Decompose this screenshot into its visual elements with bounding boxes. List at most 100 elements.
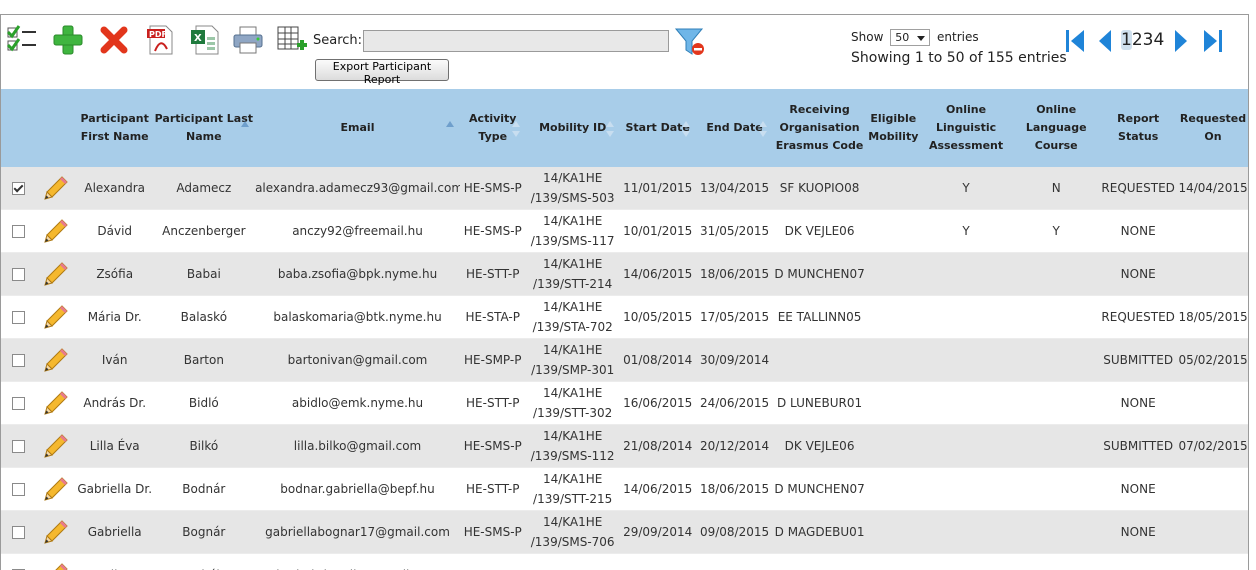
column-header-receiving-org[interactable]: Receiving Organisation Erasmus Code <box>773 89 865 167</box>
mobility-id-line2: /139/SMS-112 <box>531 449 615 463</box>
sort-desc-icon <box>682 131 690 137</box>
report-status-cell: NONE <box>1101 253 1175 296</box>
column-header-last-name[interactable]: Participant Last Name <box>153 89 255 167</box>
table-row[interactable]: Dávid Anczenberger anczy92@freemail.hu H… <box>1 210 1249 253</box>
column-header-label: Online Language Course <box>1026 103 1087 152</box>
mobility-id-line2: /139/STA-702 <box>533 320 613 334</box>
table-row[interactable]: Zsófia Babai baba.zsofia@bpk.nyme.hu HE-… <box>1 253 1249 296</box>
column-header-requested-on[interactable]: Requested On <box>1175 89 1249 167</box>
first-page-icon[interactable] <box>1063 27 1089 55</box>
edit-pencil-icon[interactable] <box>42 303 70 331</box>
activity-type-cell: HE-STT-P <box>460 382 526 425</box>
row-edit-cell <box>36 296 77 339</box>
requested-on-cell <box>1175 382 1249 425</box>
column-header-email[interactable]: Email <box>255 89 460 167</box>
email-cell: lilla.bilko@gmail.com <box>255 425 460 468</box>
table-row[interactable]: Mária Dr. Balaskó balaskomaria@btk.nyme.… <box>1 296 1249 339</box>
receiving-org-cell: D MUNCHEN07 <box>773 253 865 296</box>
table-row[interactable]: Katalin Dr. Borbély borbely.katalin@gmai… <box>1 554 1249 570</box>
entries-select[interactable]: 50 <box>890 29 930 46</box>
column-header-first-name[interactable]: Participant First Name <box>77 89 153 167</box>
select-all-icon[interactable] <box>5 23 39 57</box>
last-name-cell: Balaskó <box>153 296 255 339</box>
participants-table: Participant First Name Participant Last … <box>1 89 1249 570</box>
mobility-id-line1: 14/KA1HE <box>543 429 602 443</box>
row-edit-cell <box>36 425 77 468</box>
row-checkbox-cell <box>1 253 36 296</box>
table-row[interactable]: Gabriella Dr. Bodnár bodnar.gabriella@be… <box>1 468 1249 511</box>
table-row[interactable]: Gabriella Bognár gabriellabognar17@gmail… <box>1 511 1249 554</box>
table-row[interactable]: Lilla Éva Bilkó lilla.bilko@gmail.com HE… <box>1 425 1249 468</box>
column-header-linguistic-assessment[interactable]: Online Linguistic Assessment <box>921 89 1011 167</box>
mobility-id-cell: 14/KA1HE <box>526 554 620 570</box>
table-row[interactable]: Iván Barton bartonivan@gmail.com HE-SMP-… <box>1 339 1249 382</box>
clear-filter-icon[interactable] <box>673 25 707 59</box>
page-1[interactable]: 1 <box>1121 30 1132 50</box>
pdf-export-icon[interactable]: PDF <box>143 23 177 57</box>
column-header-eligible-mobility[interactable]: Eligible Mobility <box>866 89 921 167</box>
column-header-language-course[interactable]: Online Language Course <box>1011 89 1101 167</box>
row-edit-cell <box>36 339 77 382</box>
receiving-org-cell: SF KUOPIO08 <box>773 167 865 210</box>
column-header-start-date[interactable]: Start Date <box>620 89 696 167</box>
end-date-cell: 09/08/2015 <box>696 511 774 554</box>
next-page-icon[interactable] <box>1167 27 1193 55</box>
row-checkbox[interactable] <box>12 526 25 539</box>
eligible-mobility-cell <box>866 253 921 296</box>
column-header-activity-type[interactable]: Activity Type <box>460 89 526 167</box>
report-status-cell: NONE <box>1101 468 1175 511</box>
print-icon[interactable] <box>231 23 265 57</box>
row-checkbox[interactable] <box>12 268 25 281</box>
first-name-cell: Zsófia <box>77 253 153 296</box>
start-date-cell: 10/05/2015 <box>620 296 696 339</box>
row-checkbox[interactable] <box>12 311 25 324</box>
row-checkbox[interactable] <box>12 182 25 195</box>
previous-page-icon[interactable] <box>1093 27 1119 55</box>
svg-text:PDF: PDF <box>149 30 167 39</box>
receiving-org-cell <box>773 339 865 382</box>
email-cell: anczy92@freemail.hu <box>255 210 460 253</box>
mobility-id-line2: /139/SMS-706 <box>531 535 615 549</box>
last-page-icon[interactable] <box>1199 27 1225 55</box>
last-name-cell: Borbély <box>153 554 255 570</box>
column-header-end-date[interactable]: End Date <box>696 89 774 167</box>
add-icon[interactable] <box>51 23 85 57</box>
requested-on-cell: 05/02/2015 <box>1175 339 1249 382</box>
row-checkbox[interactable] <box>12 483 25 496</box>
edit-pencil-icon[interactable] <box>42 432 70 460</box>
add-column-icon[interactable] <box>275 23 309 57</box>
mobility-id-line2: /139/STT-302 <box>533 406 612 420</box>
email-cell: gabriellabognar17@gmail.com <box>255 511 460 554</box>
column-header-report-status[interactable]: Report Status <box>1101 89 1175 167</box>
row-checkbox[interactable] <box>12 225 25 238</box>
table-row[interactable]: Alexandra Adamecz alexandra.adamecz93@gm… <box>1 167 1249 210</box>
edit-pencil-icon[interactable] <box>42 389 70 417</box>
page-2[interactable]: 2 <box>1132 30 1143 50</box>
table-row[interactable]: András Dr. Bidló abidlo@emk.nyme.hu HE-S… <box>1 382 1249 425</box>
row-checkbox[interactable] <box>12 440 25 453</box>
requested-on-cell <box>1175 210 1249 253</box>
edit-pencil-icon[interactable] <box>42 475 70 503</box>
delete-icon[interactable] <box>97 23 131 57</box>
search-input[interactable] <box>363 30 669 52</box>
mobility-id-cell: 14/KA1HE/139/SMS-706 <box>526 511 620 554</box>
edit-pencil-icon[interactable] <box>42 346 70 374</box>
linguistic-assessment-cell <box>921 339 1011 382</box>
edit-pencil-icon[interactable] <box>42 174 70 202</box>
column-header-mobility-id[interactable]: Mobility ID <box>526 89 620 167</box>
edit-pencil-icon[interactable] <box>42 217 70 245</box>
page-4[interactable]: 4 <box>1153 30 1164 50</box>
mobility-id-cell: 14/KA1HE/139/STT-302 <box>526 382 620 425</box>
edit-pencil-icon[interactable] <box>42 518 70 546</box>
export-participant-report-button[interactable]: Export Participant Report <box>315 59 449 81</box>
row-checkbox[interactable] <box>12 397 25 410</box>
report-status-cell: NONE <box>1101 511 1175 554</box>
page-3[interactable]: 3 <box>1143 30 1154 50</box>
row-checkbox[interactable] <box>12 354 25 367</box>
edit-pencil-icon[interactable] <box>42 260 70 288</box>
page-numbers: 1234 <box>1121 30 1164 50</box>
mobility-id-cell: 14/KA1HE/139/STA-702 <box>526 296 620 339</box>
language-course-cell: N <box>1011 167 1101 210</box>
excel-export-icon[interactable]: X <box>187 23 221 57</box>
eligible-mobility-cell <box>866 296 921 339</box>
